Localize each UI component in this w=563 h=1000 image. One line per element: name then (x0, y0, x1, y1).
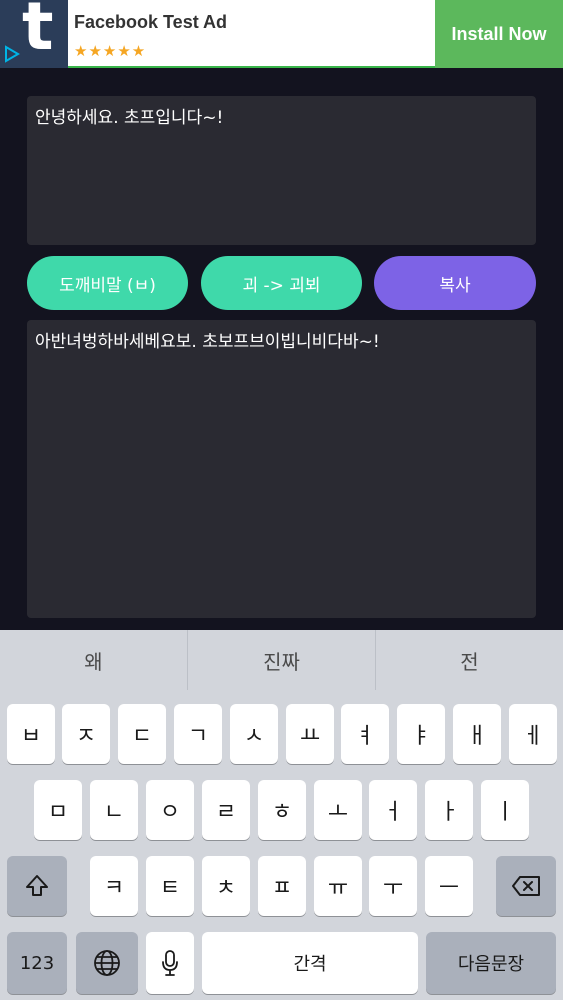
suggestion-item[interactable]: 진짜 (187, 630, 375, 690)
return-key[interactable]: 다음문장 (426, 932, 556, 994)
suggestion-item[interactable]: 왜 (0, 630, 187, 690)
key[interactable]: ㅕ (341, 704, 389, 764)
microphone-icon (162, 950, 178, 976)
output-textarea[interactable]: 아반녀벙하바세베요보. 초보프브이빕니비다바~! (27, 320, 536, 618)
key[interactable]: ㅏ (425, 780, 473, 840)
key[interactable]: ㅂ (7, 704, 55, 764)
app-screen: t Facebook Test Ad ★★★★★ Install Now 안녕하… (0, 0, 563, 1000)
backspace-key[interactable] (496, 856, 556, 916)
shift-key[interactable] (7, 856, 67, 916)
key[interactable]: ㅌ (146, 856, 194, 916)
key[interactable]: ㅐ (453, 704, 501, 764)
key[interactable]: ㅓ (369, 780, 417, 840)
input-textarea[interactable]: 안녕하세요. 초프입니다~! (27, 96, 536, 245)
key[interactable]: ㄱ (174, 704, 222, 764)
key[interactable]: ㄷ (118, 704, 166, 764)
key[interactable]: ㄴ (90, 780, 138, 840)
key[interactable]: ㅊ (202, 856, 250, 916)
ad-choices-icon[interactable] (2, 44, 22, 64)
globe-icon (94, 950, 120, 976)
numbers-key[interactable]: 123 (7, 932, 67, 994)
key[interactable]: ㅈ (62, 704, 110, 764)
key[interactable]: ㅗ (314, 780, 362, 840)
suggestion-bar: 왜 진짜 전 (0, 630, 563, 690)
ad-rating-stars: ★★★★★ (74, 42, 147, 60)
key[interactable]: ㅍ (258, 856, 306, 916)
convert-button[interactable]: 괴 -> 괴뵈 (201, 256, 362, 310)
key[interactable]: ㅣ (481, 780, 529, 840)
ad-logo: t (0, 0, 68, 68)
suggestion-item[interactable]: 전 (375, 630, 563, 690)
key[interactable]: ㅠ (314, 856, 362, 916)
key[interactable]: ㅡ (425, 856, 473, 916)
ad-title: Facebook Test Ad (74, 12, 228, 32)
ad-install-button[interactable]: Install Now (435, 0, 563, 68)
globe-key[interactable] (76, 932, 138, 994)
space-key[interactable]: 간격 (202, 932, 418, 994)
backspace-icon (512, 876, 540, 896)
copy-button[interactable]: 복사 (374, 256, 536, 310)
key[interactable]: ㅔ (509, 704, 557, 764)
key[interactable]: ㅋ (90, 856, 138, 916)
microphone-key[interactable] (146, 932, 194, 994)
key[interactable]: ㅑ (397, 704, 445, 764)
key[interactable]: ㅎ (258, 780, 306, 840)
shift-icon (26, 875, 48, 896)
ad-logo-letter: t (22, 0, 54, 65)
key[interactable]: ㅜ (369, 856, 417, 916)
ad-banner[interactable]: t Facebook Test Ad ★★★★★ Install Now (0, 0, 563, 68)
dokkaebi-button[interactable]: 도깨비말 (ㅂ) (27, 256, 188, 310)
key[interactable]: ㅅ (230, 704, 278, 764)
keyboard: 왜 진짜 전 ㅂ ㅈ ㄷ ㄱ ㅅ ㅛ ㅕ ㅑ ㅐ ㅔ ㅁ ㄴ ㅇ ㄹ ㅎ ㅗ ㅓ… (0, 630, 563, 1000)
key[interactable]: ㅇ (146, 780, 194, 840)
key[interactable]: ㅁ (34, 780, 82, 840)
key[interactable]: ㄹ (202, 780, 250, 840)
key[interactable]: ㅛ (286, 704, 334, 764)
